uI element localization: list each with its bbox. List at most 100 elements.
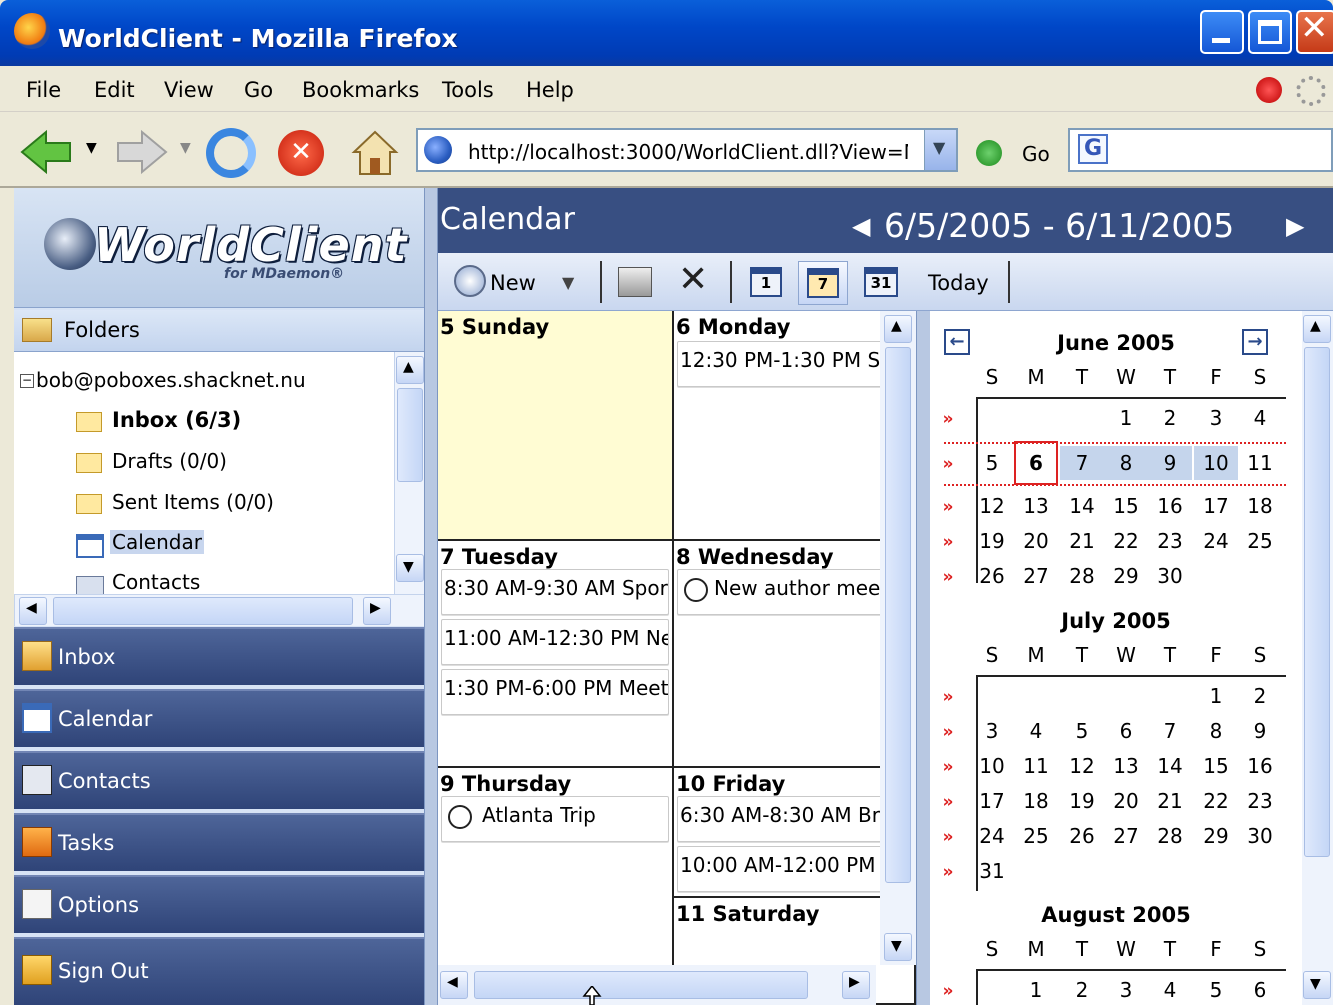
scroll-right-button[interactable]: ▶ xyxy=(842,971,870,999)
search-box[interactable]: G xyxy=(1068,128,1333,172)
google-search-icon[interactable]: G xyxy=(1078,134,1108,164)
calendar-day[interactable]: 30 xyxy=(1148,559,1192,593)
day-cell-tuesday[interactable]: 7 Tuesday 8:30 AM-9:30 AM Spor 11:00 AM-… xyxy=(438,541,674,768)
calendar-day[interactable]: 22 xyxy=(1104,524,1148,558)
calendar-day[interactable]: 17 xyxy=(970,784,1014,818)
menu-bookmarks[interactable]: Bookmarks xyxy=(302,78,419,102)
calendar-day[interactable]: 7 xyxy=(1060,446,1104,480)
calendar-day[interactable]: 10 xyxy=(970,749,1014,783)
folder-vertical-scrollbar[interactable]: ▲ ▼ xyxy=(394,352,424,594)
select-week-icon[interactable]: » xyxy=(938,792,958,812)
scroll-down-button[interactable]: ▼ xyxy=(396,554,424,582)
scroll-thumb[interactable] xyxy=(474,971,808,999)
calendar-day[interactable]: 27 xyxy=(1104,819,1148,853)
calendar-day[interactable]: 23 xyxy=(1238,784,1282,818)
calendar-day[interactable]: 25 xyxy=(1238,524,1282,558)
close-button[interactable]: ✕ xyxy=(1296,8,1333,54)
collapse-icon[interactable]: − xyxy=(20,374,34,388)
calendar-day[interactable]: 28 xyxy=(1148,819,1192,853)
scroll-up-button[interactable]: ▲ xyxy=(396,356,424,384)
calendar-day[interactable]: 4 xyxy=(1014,714,1058,748)
week-vertical-scrollbar[interactable]: ▲ xyxy=(880,311,916,889)
calendar-day[interactable]: 29 xyxy=(1194,819,1238,853)
calendar-day[interactable]: 15 xyxy=(1104,489,1148,523)
week-view-button[interactable]: 7 xyxy=(798,261,848,305)
calendar-day[interactable]: 4 xyxy=(1148,973,1192,1005)
calendar-day[interactable]: 29 xyxy=(1104,559,1148,593)
calendar-event[interactable]: New author mee xyxy=(677,569,911,615)
scroll-thumb[interactable] xyxy=(53,597,353,625)
nav-calendar[interactable]: Calendar xyxy=(14,689,424,747)
calendar-day[interactable]: 7 xyxy=(1148,714,1192,748)
calendar-day[interactable]: 5 xyxy=(1060,714,1104,748)
calendar-event[interactable]: 10:00 AM-12:00 PM xyxy=(677,846,911,892)
calendar-day[interactable]: 19 xyxy=(970,524,1014,558)
folder-contacts[interactable]: Contacts xyxy=(112,570,200,594)
select-week-icon[interactable]: » xyxy=(938,454,958,474)
calendar-day[interactable]: 2 xyxy=(1148,401,1192,435)
select-week-icon[interactable]: » xyxy=(938,687,958,707)
calendar-day[interactable]: 20 xyxy=(1104,784,1148,818)
calendar-event[interactable]: Atlanta Trip xyxy=(441,796,669,842)
calendar-day[interactable]: 22 xyxy=(1194,784,1238,818)
menu-go[interactable]: Go xyxy=(244,78,273,102)
calendar-event[interactable]: 6:30 AM-8:30 AM Br xyxy=(677,796,911,842)
select-week-icon[interactable]: » xyxy=(938,497,958,517)
calendar-day[interactable]: 2 xyxy=(1238,679,1282,713)
calendar-event[interactable]: 11:00 AM-12:30 PM Ne xyxy=(441,619,669,665)
menu-tools[interactable]: Tools xyxy=(442,78,494,102)
calendar-day[interactable]: 1 xyxy=(1104,401,1148,435)
url-dropdown-button[interactable]: ▼ xyxy=(924,130,956,170)
calendar-day[interactable]: 6 xyxy=(1238,973,1282,1005)
minimize-button[interactable] xyxy=(1200,10,1244,54)
pane-splitter[interactable] xyxy=(916,311,930,1005)
calendar-day[interactable]: 18 xyxy=(1238,489,1282,523)
home-icon[interactable] xyxy=(350,128,400,178)
calendar-day[interactable]: 26 xyxy=(1060,819,1104,853)
menu-edit[interactable]: Edit xyxy=(94,78,135,102)
calendar-day[interactable]: 14 xyxy=(1060,489,1104,523)
next-week-icon[interactable]: ▶ xyxy=(1286,212,1304,240)
select-week-icon[interactable]: » xyxy=(938,409,958,429)
calendar-day[interactable]: 10 xyxy=(1194,446,1238,480)
folders-header[interactable]: Folders xyxy=(14,310,424,352)
folder-horizontal-scrollbar[interactable]: ◀ ▶ xyxy=(14,594,424,626)
calendar-day[interactable]: 3 xyxy=(970,714,1014,748)
new-button[interactable]: New xyxy=(490,271,536,295)
folder-calendar[interactable]: Calendar xyxy=(110,530,204,554)
scroll-thumb[interactable] xyxy=(885,347,911,883)
select-week-icon[interactable]: » xyxy=(938,532,958,552)
calendar-day[interactable]: 13 xyxy=(1014,489,1058,523)
delete-icon[interactable]: ✕ xyxy=(678,259,708,300)
calendar-day[interactable]: 4 xyxy=(1238,401,1282,435)
calendar-day[interactable]: 6 xyxy=(1014,441,1058,485)
week-horizontal-scrollbar[interactable]: ◀ ▶ xyxy=(438,965,876,1005)
calendar-day[interactable]: 12 xyxy=(1060,749,1104,783)
nav-inbox[interactable]: Inbox xyxy=(14,627,424,685)
calendar-day[interactable]: 12 xyxy=(970,489,1014,523)
new-item-icon[interactable] xyxy=(454,265,486,297)
calendar-day[interactable]: 27 xyxy=(1014,559,1058,593)
calendar-day[interactable]: 24 xyxy=(1194,524,1238,558)
calendar-day[interactable]: 31 xyxy=(970,854,1014,888)
calendar-day[interactable]: 14 xyxy=(1148,749,1192,783)
calendar-day[interactable]: 3 xyxy=(1104,973,1148,1005)
folder-drafts[interactable]: Drafts (0/0) xyxy=(112,449,227,473)
stop-icon[interactable]: ✕ xyxy=(278,130,324,176)
menu-help[interactable]: Help xyxy=(526,78,574,102)
folder-inbox[interactable]: Inbox (6/3) xyxy=(112,408,241,432)
menu-file[interactable]: File xyxy=(26,78,61,102)
calendar-day[interactable]: 30 xyxy=(1238,819,1282,853)
folder-sent-items[interactable]: Sent Items (0/0) xyxy=(112,490,274,514)
reload-icon[interactable] xyxy=(206,128,256,178)
calendar-day[interactable]: 25 xyxy=(1014,819,1058,853)
account-label[interactable]: bob@poboxes.shacknet.nu xyxy=(36,368,306,392)
menu-view[interactable]: View xyxy=(164,78,214,102)
day-cell-sunday[interactable]: 5 Sunday xyxy=(438,311,674,541)
select-week-icon[interactable]: » xyxy=(938,757,958,777)
calendar-day[interactable]: 18 xyxy=(1014,784,1058,818)
select-week-icon[interactable]: » xyxy=(938,722,958,742)
month-view-icon[interactable]: 31 xyxy=(864,267,898,297)
select-week-icon[interactable]: » xyxy=(938,981,958,1001)
select-week-icon[interactable]: » xyxy=(938,827,958,847)
